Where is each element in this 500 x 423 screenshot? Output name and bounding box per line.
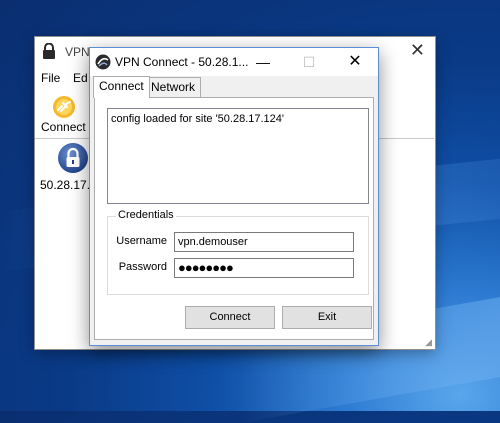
main-window-title: VPN xyxy=(65,45,90,59)
dialog-titlebar[interactable]: VPN Connect - 50.28.1... — ☐ ✕ xyxy=(90,48,378,76)
vpn-connect-dialog: VPN Connect - 50.28.1... — ☐ ✕ Connect N… xyxy=(89,47,379,346)
username-field[interactable]: vpn.demouser xyxy=(174,232,354,252)
tab-connect[interactable]: Connect xyxy=(93,76,150,98)
lock-icon xyxy=(43,43,55,59)
credentials-group: Credentials Username vpn.demouser Passwo… xyxy=(107,209,369,295)
menu-file[interactable]: File xyxy=(41,71,60,85)
connect-button[interactable]: Connect xyxy=(185,306,275,329)
connect-tab-panel: config loaded for site '50.28.17.124' Cr… xyxy=(94,97,374,340)
toolbar-connect-label[interactable]: Connect xyxy=(41,120,86,134)
close-button[interactable]: ✕ xyxy=(332,48,378,76)
main-window-close-button[interactable]: ✕ xyxy=(410,40,425,61)
minimize-button[interactable]: — xyxy=(240,48,286,76)
menu-edit[interactable]: Ed xyxy=(73,71,88,85)
username-label: Username xyxy=(116,235,167,247)
tab-bar: Connect Network xyxy=(90,76,378,99)
dialog-title: VPN Connect - 50.28.1... xyxy=(115,55,249,69)
lock-icon xyxy=(58,143,88,173)
resize-grip[interactable]: ◢ xyxy=(425,337,432,348)
password-label: Password xyxy=(118,261,167,273)
maximize-button[interactable]: ☐ xyxy=(286,48,332,76)
tab-network[interactable]: Network xyxy=(145,77,202,97)
password-field[interactable]: ●●●●●●●● xyxy=(174,258,354,278)
vpn-logo-icon xyxy=(95,54,111,70)
exit-button[interactable]: Exit xyxy=(282,306,372,329)
connect-icon[interactable] xyxy=(52,95,76,119)
status-log[interactable]: config loaded for site '50.28.17.124' xyxy=(107,108,369,204)
credentials-legend: Credentials xyxy=(116,209,176,221)
